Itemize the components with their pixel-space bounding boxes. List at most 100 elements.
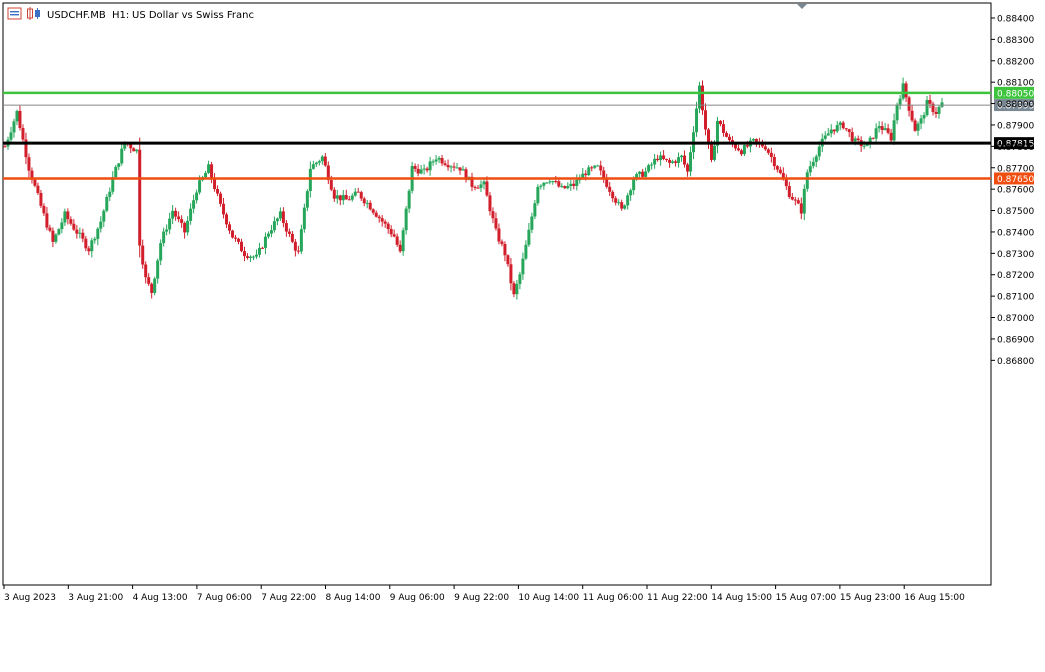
- candle-body: [269, 230, 273, 234]
- candle-body: [108, 191, 112, 197]
- candle-body: [856, 138, 860, 141]
- candle-body: [784, 179, 788, 187]
- candle-body: [332, 189, 336, 199]
- candle-body: [275, 218, 279, 222]
- candle-body: [234, 237, 238, 239]
- candle-body: [359, 192, 363, 199]
- candle-body: [60, 222, 64, 230]
- candle-body: [308, 168, 312, 192]
- candle-body: [210, 164, 214, 179]
- candle-body: [156, 260, 160, 279]
- candle-body: [916, 123, 920, 131]
- candle-body: [913, 120, 917, 131]
- candle-body: [99, 221, 103, 229]
- candle-body: [623, 205, 627, 209]
- candle-body: [407, 190, 411, 209]
- candle-body: [754, 138, 758, 142]
- candle-body: [814, 156, 818, 162]
- candle-body: [392, 234, 396, 237]
- candle-body: [479, 184, 483, 188]
- x-tick-label: 3 Aug 21:00: [68, 593, 123, 603]
- y-tick-label: 0.87100: [997, 293, 1034, 303]
- candle-body: [257, 247, 261, 255]
- candle-body: [383, 221, 387, 224]
- candle-body: [446, 164, 450, 168]
- candle-body: [239, 241, 243, 252]
- price-level-tag-label: 0.88050: [997, 89, 1034, 99]
- candle-body: [680, 155, 684, 158]
- candle-body: [461, 169, 465, 171]
- candle-body: [272, 221, 276, 231]
- candle-body: [39, 193, 43, 206]
- candle-body: [611, 191, 615, 199]
- candle-body: [48, 227, 52, 231]
- candle-body: [81, 232, 85, 239]
- candle-body: [883, 128, 887, 130]
- candle-body: [928, 99, 932, 104]
- candle-body: [263, 236, 267, 248]
- candle-body: [704, 110, 708, 130]
- candle-body: [659, 155, 663, 161]
- candle-body: [587, 167, 591, 176]
- price-axis: 0.88400 0.88300 0.88200 0.88100 0.88000 0.879…: [991, 14, 1034, 367]
- candle-body: [36, 185, 40, 194]
- chart-timeframe: H1:: [112, 10, 129, 21]
- candle-body: [440, 157, 444, 164]
- candle-body: [102, 210, 106, 222]
- candle-body: [63, 211, 67, 223]
- candle-body: [647, 165, 651, 172]
- candle-body: [512, 283, 516, 295]
- candle-body: [18, 110, 22, 129]
- candle-body: [826, 133, 830, 136]
- candle-body: [521, 258, 525, 275]
- y-tick-label: 0.87900: [997, 121, 1034, 131]
- candle-body: [192, 200, 196, 209]
- candle-body: [51, 230, 55, 242]
- x-tick-label: 3 Aug 2023: [4, 593, 56, 603]
- x-tick-label: 15 Aug 23:00: [840, 593, 901, 603]
- candle-body: [335, 195, 339, 199]
- chart-window-icon[interactable]: [7, 7, 22, 20]
- candle-body: [787, 186, 791, 197]
- candle-body: [904, 83, 908, 98]
- candle-body: [742, 145, 746, 155]
- candle-body: [254, 254, 258, 257]
- candle-body: [66, 211, 70, 220]
- price-chart[interactable]: 0.880500.879930.878150.87650 0.884000.88…: [0, 0, 1045, 672]
- candle-body: [368, 202, 372, 210]
- candle-body: [138, 149, 142, 246]
- candle-body: [712, 145, 716, 160]
- y-tick-label: 0.87500: [997, 207, 1034, 217]
- candle-body: [557, 181, 561, 187]
- candle-body: [42, 205, 46, 214]
- x-tick-label: 9 Aug 22:00: [454, 593, 509, 603]
- candle-body: [736, 148, 740, 151]
- candle-body: [542, 182, 546, 186]
- candle-body: [69, 219, 73, 224]
- candle-body: [458, 167, 462, 171]
- candle-body: [177, 216, 181, 220]
- candle-body: [78, 232, 82, 234]
- candle-body: [799, 203, 803, 214]
- candle-body: [629, 190, 633, 196]
- candle-body: [3, 146, 7, 148]
- candle-body: [338, 195, 342, 201]
- candle-body: [608, 186, 612, 192]
- candle-body: [242, 251, 246, 257]
- candle-body: [665, 158, 669, 160]
- candle-body: [428, 161, 432, 171]
- candle-body: [895, 104, 899, 121]
- candle-body: [530, 216, 534, 230]
- candle-body: [404, 208, 408, 231]
- candle-body: [898, 98, 902, 105]
- y-tick-label: 0.86900: [997, 335, 1034, 345]
- candle-body: [45, 213, 49, 228]
- candle-body: [207, 164, 211, 173]
- candle-body: [793, 199, 797, 201]
- candle-body: [485, 181, 489, 196]
- candle-body: [231, 230, 235, 238]
- candle-body: [216, 189, 220, 194]
- candle-body: [299, 229, 303, 252]
- candle-body: [431, 161, 435, 163]
- candle-body: [641, 171, 645, 177]
